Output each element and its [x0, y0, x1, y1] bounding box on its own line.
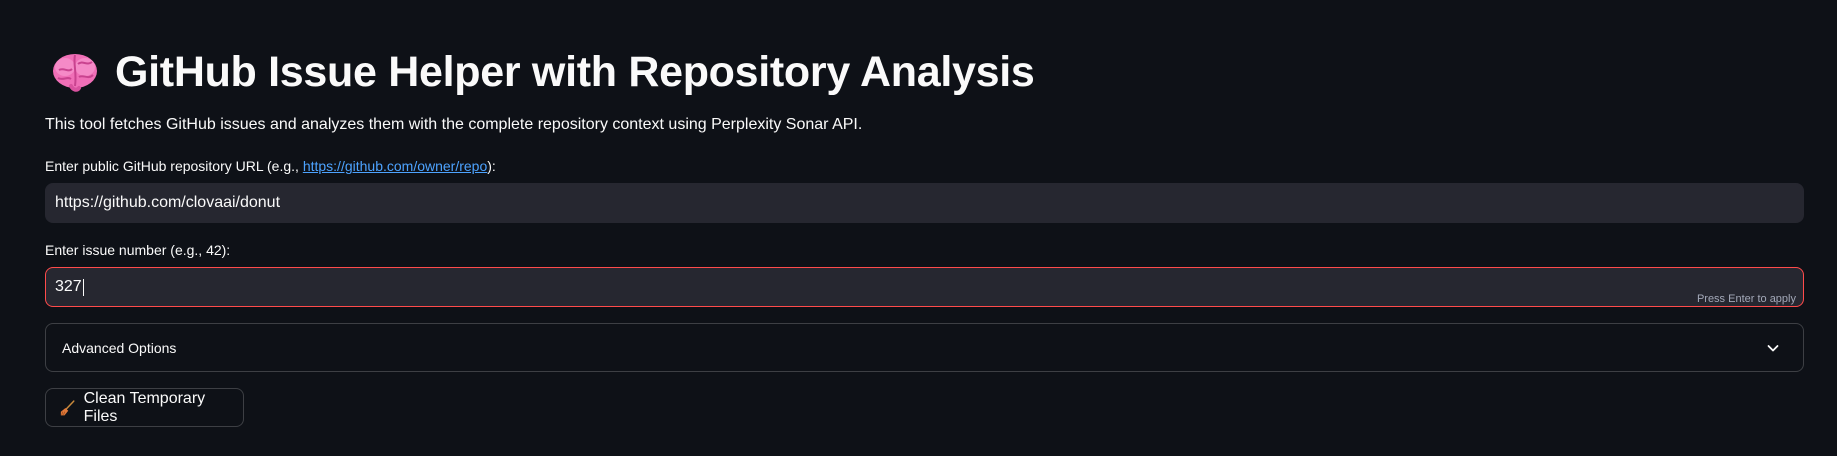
repo-url-value: https://github.com/clovaai/donut — [55, 194, 281, 211]
repo-url-label-suffix: ): — [487, 158, 496, 174]
page-header: GitHub Issue Helper with Repository Anal… — [51, 44, 1035, 100]
brain-icon — [53, 54, 97, 92]
advanced-options-expander[interactable]: Advanced Options — [45, 323, 1804, 372]
issue-number-input[interactable]: 327 Press Enter to apply — [45, 267, 1804, 307]
advanced-options-label: Advanced Options — [62, 339, 177, 356]
clean-button-label: Clean Temporary Files — [83, 389, 206, 425]
chevron-down-icon — [1767, 344, 1779, 351]
broom-icon — [60, 399, 75, 415]
page-title: GitHub Issue Helper with Repository Anal… — [115, 47, 1035, 96]
page-description: This tool fetches GitHub issues and anal… — [45, 116, 863, 133]
example-repo-link[interactable]: https://github.com/owner/repo — [303, 158, 487, 174]
press-enter-hint: Press Enter to apply — [1696, 293, 1796, 305]
repo-url-input[interactable]: https://github.com/clovaai/donut — [45, 183, 1804, 223]
repo-url-label-prefix: Enter public GitHub repository URL (e.g.… — [45, 158, 303, 174]
clean-temporary-files-button[interactable]: Clean Temporary Files — [45, 388, 244, 427]
repo-url-label: Enter public GitHub repository URL (e.g.… — [45, 158, 496, 174]
issue-number-label: Enter issue number (e.g., 42): — [45, 242, 231, 258]
issue-number-value: 327 — [55, 278, 82, 295]
app-page: GitHub Issue Helper with Repository Anal… — [0, 0, 1837, 456]
text-caret — [82, 278, 84, 296]
